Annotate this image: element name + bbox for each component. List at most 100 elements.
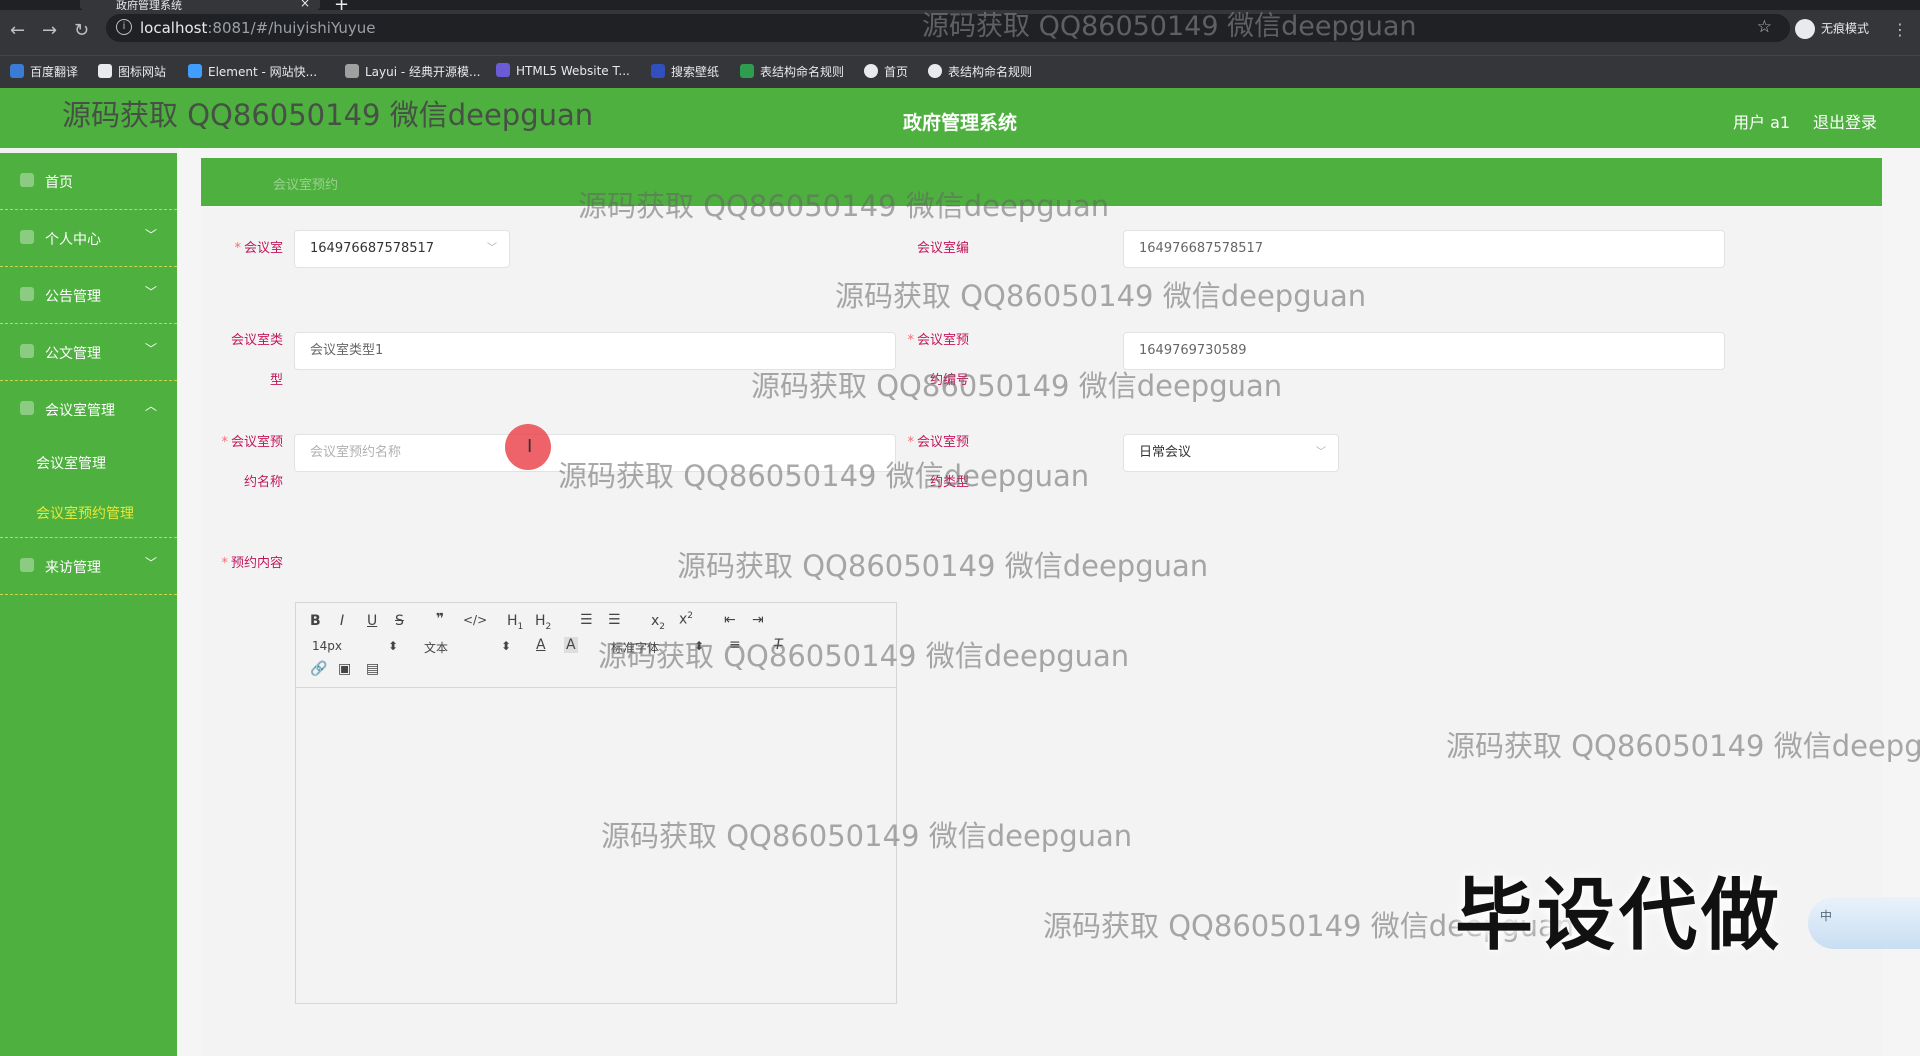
ordered-list-icon[interactable]: ☰ (580, 612, 593, 628)
watermark-text: 源码获取 QQ86050149 微信deepguan (62, 98, 594, 132)
sidebar: 首页 个人中心 ﹀ 公告管理 ﹀ 公文管理 ﹀ 会议室管理 ︿ 会议室管理 会议… (0, 153, 177, 1056)
chevron-up-icon: ︿ (145, 399, 158, 413)
sidebar-item-profile[interactable]: 个人中心 ﹀ (0, 210, 177, 267)
bookmark-label: 图标网站 (118, 65, 167, 79)
bookmark-item[interactable]: HTML5 Website T... (496, 63, 630, 78)
room-select-value: 164976687578517 (310, 241, 435, 256)
superscript-icon[interactable]: x2 (679, 611, 693, 628)
watermark-text: 源码获取 QQ86050149 微信deepguan (677, 549, 1209, 583)
text-style-select[interactable]: 文本 (424, 639, 448, 656)
watermark-text: 源码获取 QQ86050149 微信deepguan (751, 369, 1283, 403)
sidebar-item-notices[interactable]: 公告管理 ﹀ (0, 267, 177, 324)
bookmark-star-icon[interactable]: ☆ (1757, 17, 1772, 37)
sidebar-item-label: 公文管理 (45, 346, 101, 362)
bookmark-item[interactable]: 表结构命名规则 (740, 63, 844, 80)
logout-button[interactable]: 退出登录 (1813, 109, 1877, 133)
video-icon[interactable]: ▤ (366, 661, 379, 677)
bookmark-label: 搜索壁纸 (671, 65, 720, 79)
booking-type-select[interactable]: 日常会议 ﹀ (1123, 434, 1339, 472)
bookmark-item[interactable]: 百度翻译 (10, 63, 78, 80)
blockquote-icon[interactable]: ❞ (436, 611, 444, 627)
forward-icon[interactable]: → (42, 20, 57, 41)
background-color-icon[interactable]: A (564, 637, 578, 653)
chevron-down-icon: ﹀ (487, 243, 497, 254)
underline-icon[interactable]: U (367, 613, 377, 629)
sidebar-subitem-label: 会议室预约管理 (36, 506, 134, 522)
italic-icon[interactable]: I (340, 613, 344, 629)
image-icon[interactable]: ▣ (338, 661, 351, 677)
notice-icon (20, 287, 34, 301)
back-icon[interactable]: ← (10, 20, 25, 41)
strikethrough-icon[interactable]: S (395, 613, 404, 629)
room-label: * 会议室 (234, 241, 283, 256)
visitor-icon (20, 558, 34, 572)
bookmark-label: Element - 网站快... (208, 65, 318, 79)
room-no-field[interactable]: 164976687578517 (1123, 230, 1725, 268)
sidebar-subitem-room-management[interactable]: 会议室管理 (0, 437, 177, 487)
sidebar-item-label: 会议室管理 (45, 403, 115, 419)
heading1-icon[interactable]: H1 (507, 613, 523, 632)
close-tab-icon[interactable]: × (300, 0, 310, 10)
info-icon[interactable]: i (116, 19, 132, 35)
incognito-indicator[interactable]: 无痕模式 (1795, 19, 1869, 39)
bookmark-label: 百度翻译 (30, 65, 79, 79)
bookmark-label: 表结构命名规则 (948, 65, 1033, 79)
incognito-icon (1795, 19, 1815, 39)
watermark-text: 源码获取 QQ86050149 微信deepguan (558, 459, 1090, 493)
sidebar-item-documents[interactable]: 公文管理 ﹀ (0, 324, 177, 381)
promo-tag: 毕设代做 (1455, 871, 1784, 961)
bookmark-item[interactable]: 首页 (864, 63, 908, 80)
sidebar-item-label: 个人中心 (45, 232, 101, 248)
font-color-icon[interactable]: A (536, 637, 546, 653)
meeting-room-icon (20, 401, 34, 415)
room-no-label: 会议室编 (916, 241, 969, 256)
home-icon (20, 173, 34, 187)
indent-icon[interactable]: ⇥ (752, 612, 764, 628)
chevron-down-icon: ﹀ (145, 228, 158, 242)
bookmark-item[interactable]: 表结构命名规则 (928, 63, 1032, 80)
bookmarks-bar: 百度翻译 图标网站 Element - 网站快... Layui - 经典开源模… (0, 55, 1920, 88)
browser-tab[interactable]: 政府管理系统 × (80, 0, 320, 12)
incognito-label: 无痕模式 (1821, 21, 1870, 36)
sidebar-subitem-room-booking[interactable]: 会议室预约管理 (0, 487, 177, 538)
ime-widget[interactable]: 中 (1808, 897, 1920, 949)
font-size-select[interactable]: 14px (312, 639, 342, 653)
watermark-text: 源码获取 QQ86050149 微信deepguan (578, 189, 1110, 223)
booking-name-label: * 会议室预 约名称 (221, 435, 283, 490)
bold-icon[interactable]: B (310, 613, 321, 629)
sidebar-item-meeting-rooms[interactable]: 会议室管理 ︿ (0, 381, 177, 437)
reload-icon[interactable]: ↻ (74, 20, 89, 41)
bookmark-item[interactable]: 搜索壁纸 (651, 63, 719, 80)
watermark-text: 源码获取 QQ86050149 微信deepguan (601, 819, 1133, 853)
document-icon (20, 344, 34, 358)
watermark-text: 源码获取 QQ86050149 微信deepguan (598, 639, 1130, 673)
bookmark-favicon-icon (651, 64, 665, 78)
bookmark-item[interactable]: Element - 网站快... (188, 63, 317, 80)
bookmark-label: Layui - 经典开源模... (365, 65, 481, 79)
current-user: 用户 a1 (1733, 113, 1791, 132)
link-icon[interactable]: 🔗 (310, 661, 327, 677)
bookmark-favicon-icon (10, 64, 24, 78)
chevron-updown-icon: ⬍ (388, 639, 399, 653)
sidebar-item-visitors[interactable]: 来访管理 ﹀ (0, 538, 177, 595)
watermark-text: 源码获取 QQ86050149 微信deepguan (835, 279, 1367, 313)
subscript-icon[interactable]: x2 (651, 613, 665, 632)
code-block-icon[interactable]: </> (463, 613, 487, 627)
heading2-icon[interactable]: H2 (535, 613, 551, 632)
bullet-list-icon[interactable]: ☰ (608, 612, 621, 628)
bookmark-label: 首页 (884, 65, 909, 79)
bookmark-favicon-icon (928, 64, 942, 78)
room-select[interactable]: 164976687578517 ﹀ (294, 230, 510, 268)
user-icon (20, 230, 34, 244)
browser-menu-icon[interactable]: ⋮ (1892, 20, 1908, 39)
chevron-down-icon: ﹀ (145, 285, 158, 299)
sidebar-item-home[interactable]: 首页 (0, 153, 177, 210)
outdent-icon[interactable]: ⇤ (724, 612, 736, 628)
bookmark-favicon-icon (496, 63, 510, 77)
bookmark-item[interactable]: 图标网站 (98, 63, 166, 80)
url-path: :8081/#/huiyishiYuyue (207, 19, 376, 37)
bookmark-item[interactable]: Layui - 经典开源模... (345, 63, 480, 80)
text-cursor-icon: I (527, 436, 533, 457)
room-type-label: 会议室类型 (230, 333, 283, 388)
content-label: * 预约内容 (221, 556, 283, 571)
